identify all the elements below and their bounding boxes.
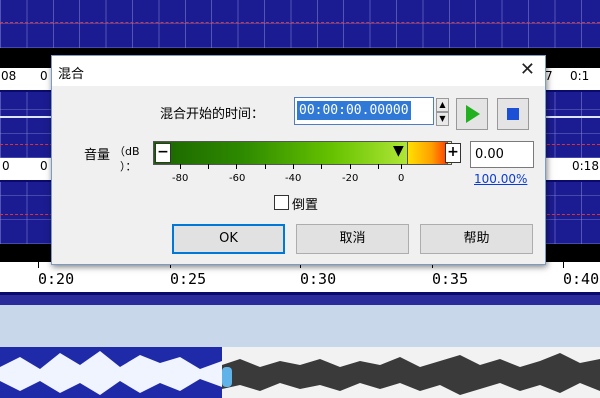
ruler-label: 0 [2,159,10,173]
db-value-input[interactable]: 0.00 [470,141,534,168]
percent-link[interactable]: 100.00% [474,172,527,186]
time-ruler[interactable]: 0:20 0:25 0:30 0:35 0:40 [0,262,600,292]
volume-slider-handle-icon[interactable]: ▼ [393,143,404,159]
start-time-value: 00:00:00.00000 [297,101,411,120]
time-tick [563,262,564,268]
volume-unit-label-close: ）： [120,160,137,173]
ruler-label: 0 [40,69,48,83]
time-label: 0:20 [38,270,75,288]
volume-unit-label: （dB [114,145,140,158]
play-button[interactable] [456,98,488,130]
volume-label: 音量 [84,148,111,163]
overview-waveform[interactable] [0,347,600,398]
scale-label: -40 [285,173,302,184]
track-envelope-line [0,22,600,23]
horizontal-scrollbar[interactable] [0,295,600,305]
stop-icon [507,108,519,120]
db-value: 0.00 [475,147,504,162]
time-label: 0:35 [432,270,469,288]
ok-button[interactable]: OK [172,224,285,254]
help-button[interactable]: 帮助 [420,224,533,254]
dialog-title: 混合 [58,67,85,82]
ruler-label: 0 [40,159,48,173]
mix-dialog: 混合 ✕ 混合开始的时间： 00:00:00.00000 ▲ ▼ 音量 （dB … [51,55,546,265]
start-time-input[interactable]: 00:00:00.00000 [294,97,434,125]
scale-label: 0 [398,173,405,184]
stop-button[interactable] [497,98,529,130]
ruler-label: 0:1 [570,69,590,83]
close-icon[interactable]: ✕ [520,59,535,80]
volume-increase-button[interactable]: + [445,143,461,163]
track-1[interactable] [0,0,600,48]
start-time-label: 混合开始的时间： [160,107,265,122]
play-icon [466,105,480,123]
waveform-graphic [0,347,600,398]
invert-checkbox[interactable] [274,195,289,210]
spin-down-icon[interactable]: ▼ [436,112,449,126]
volume-meter-peak [407,141,448,165]
ruler-label: 08 [1,69,17,83]
time-label: 0:30 [300,270,337,288]
overview-panel[interactable] [0,305,600,347]
spin-up-icon[interactable]: ▲ [436,98,449,112]
track-grid [0,0,600,48]
scale-label: -80 [172,173,189,184]
time-label: 0:40 [563,270,600,288]
dialog-titlebar[interactable]: 混合 ✕ [52,56,545,86]
scale-label: -20 [342,173,359,184]
time-tick [38,262,39,268]
scale-label: -60 [229,173,246,184]
ruler-label: 0:18 [572,159,599,173]
time-label: 0:25 [170,270,207,288]
invert-label: 倒置 [292,198,319,213]
ruler-label: 7 [545,69,553,83]
volume-decrease-button[interactable]: − [155,143,171,163]
cancel-button[interactable]: 取消 [296,224,409,254]
